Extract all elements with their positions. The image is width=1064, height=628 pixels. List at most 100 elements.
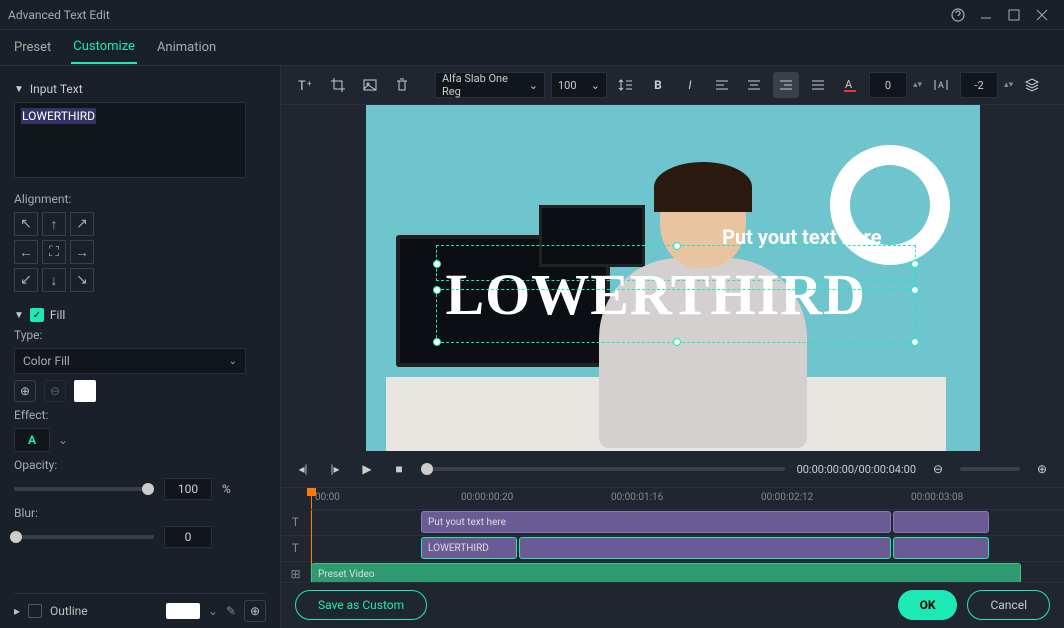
zoom-out-button[interactable]: ⊖ [928, 459, 948, 479]
text-track-icon[interactable]: T [281, 535, 311, 561]
font-size-select[interactable]: 100⌄ [551, 72, 607, 98]
step-back-button[interactable]: ◂| [293, 459, 313, 479]
align-right[interactable]: → [70, 240, 94, 264]
help-button[interactable] [944, 1, 972, 29]
align-center[interactable]: ⛶ [42, 240, 66, 264]
spinner-icon[interactable]: ▴▾ [1004, 80, 1013, 90]
delete-icon[interactable] [389, 72, 415, 98]
blur-value[interactable]: 0 [164, 526, 212, 548]
maximize-button[interactable] [1000, 1, 1028, 29]
clip-text-2a[interactable]: LOWERTHIRD [421, 537, 517, 559]
cancel-button[interactable]: Cancel [967, 590, 1050, 620]
align-top-left[interactable]: ↖ [14, 212, 38, 236]
align-center-icon[interactable] [741, 72, 767, 98]
add-text-icon[interactable]: T+ [293, 72, 319, 98]
eyedropper-icon[interactable]: ✎ [226, 604, 236, 618]
play-button[interactable]: ▶ [357, 459, 377, 479]
ok-button[interactable]: OK [898, 590, 958, 620]
italic-icon[interactable]: I [677, 72, 703, 98]
effect-preset-button[interactable]: A [14, 428, 50, 452]
spinner-icon[interactable]: ▴▾ [913, 80, 922, 90]
font-select[interactable]: Alfa Slab One Reg⌄ [435, 72, 545, 98]
titlebar: Advanced Text Edit [0, 0, 1064, 30]
timeline-ruler[interactable]: 00:00 00:00:00:20 00:00:01:16 00:00:02:1… [311, 488, 1064, 510]
fill-checkbox[interactable]: ✓ [30, 308, 44, 322]
line-spacing-icon[interactable] [613, 72, 639, 98]
align-top[interactable]: ↑ [42, 212, 66, 236]
clip-text-1[interactable]: Put yout text here [421, 511, 891, 533]
chevron-down-icon[interactable]: ⌄ [208, 604, 218, 618]
fill-type-value: Color Fill [23, 354, 70, 368]
stop-button[interactable]: ■ [389, 459, 409, 479]
alignment-grid: ↖ ↑ ↗ ← ⛶ → ↙ ↓ ↘ [14, 212, 266, 292]
align-justify-icon[interactable] [805, 72, 831, 98]
svg-text:A: A [845, 78, 853, 91]
align-top-right[interactable]: ↗ [70, 212, 94, 236]
add-color-button[interactable]: ⊕ [14, 380, 36, 402]
section-outline[interactable]: ▸ Outline ⌄ ✎ ⊕ [14, 593, 266, 628]
section-fill[interactable]: ▼ ✓ Fill [14, 308, 266, 322]
svg-text:+: + [307, 79, 312, 88]
char-spacing-input[interactable]: 0 [869, 72, 907, 98]
minimize-button[interactable] [972, 1, 1000, 29]
video-frame: Put yout text here LOWERTHIRD [366, 105, 980, 451]
align-bottom-left[interactable]: ↙ [14, 268, 38, 292]
clip-text-1b[interactable] [893, 511, 989, 533]
remove-color-button[interactable]: ⊖ [44, 380, 66, 402]
slider-thumb[interactable] [142, 483, 154, 495]
align-left[interactable]: ← [14, 240, 38, 264]
align-left-icon[interactable] [709, 72, 735, 98]
outline-checkbox[interactable] [28, 604, 42, 618]
add-outline-button[interactable]: ⊕ [244, 600, 266, 622]
chevron-down-icon[interactable]: ⌄ [58, 433, 68, 447]
save-custom-button[interactable]: Save as Custom [295, 590, 427, 620]
tab-animation[interactable]: Animation [155, 32, 218, 63]
blur-slider[interactable] [14, 535, 154, 539]
outline-label: Outline [50, 604, 88, 618]
caret-down-icon: ▼ [14, 310, 24, 321]
crop-icon[interactable] [325, 72, 351, 98]
section-input-text[interactable]: ▼ Input Text [14, 82, 266, 96]
opacity-unit: % [222, 482, 231, 496]
text-track-icon[interactable]: T [281, 509, 311, 535]
bold-icon[interactable]: B [645, 72, 671, 98]
video-track-icon[interactable]: ⊞ [281, 561, 311, 581]
type-label: Type: [14, 328, 266, 342]
selection-box-main[interactable] [436, 289, 916, 343]
align-right-icon[interactable] [773, 72, 799, 98]
tab-customize[interactable]: Customize [71, 31, 137, 64]
image-icon[interactable] [357, 72, 383, 98]
slider-thumb[interactable] [10, 531, 22, 543]
scrubber[interactable] [421, 467, 785, 471]
opacity-slider[interactable] [14, 487, 154, 491]
chevron-down-icon: ⌄ [529, 79, 538, 92]
text-input[interactable]: LOWERTHIRD [14, 102, 246, 178]
video-track: ⊞ Preset Video [281, 562, 1064, 582]
opacity-label: Opacity: [14, 458, 266, 472]
line-spacing-input[interactable]: -2 [960, 72, 998, 98]
clip-text-2c[interactable] [893, 537, 989, 559]
close-button[interactable] [1028, 1, 1056, 29]
align-bottom-right[interactable]: ↘ [70, 268, 94, 292]
opacity-value[interactable]: 100 [164, 478, 212, 500]
scrubber-thumb[interactable] [421, 463, 433, 475]
step-forward-button[interactable]: |▸ [325, 459, 345, 479]
preview-canvas[interactable]: Put yout text here LOWERTHIRD [281, 105, 1064, 451]
caret-right-icon: ▸ [14, 604, 20, 618]
chevron-down-icon: ⌄ [229, 356, 237, 367]
clip-video[interactable]: Preset Video [311, 563, 1021, 581]
clip-text-2b[interactable] [519, 537, 891, 559]
align-bottom[interactable]: ↓ [42, 268, 66, 292]
effect-label: Effect: [14, 408, 266, 422]
tab-preset[interactable]: Preset [12, 32, 53, 63]
zoom-in-button[interactable]: ⊕ [1032, 459, 1052, 479]
letter-spacing-icon[interactable]: A [928, 72, 954, 98]
alignment-label: Alignment: [14, 192, 266, 206]
text-color-icon[interactable]: A [837, 72, 863, 98]
layers-icon[interactable] [1019, 72, 1045, 98]
timecode: 00:00:00:00/00:00:04:00 [797, 463, 916, 476]
outline-color-swatch[interactable] [166, 603, 200, 619]
zoom-slider[interactable] [960, 467, 1020, 471]
fill-type-select[interactable]: Color Fill ⌄ [14, 348, 246, 374]
fill-color-swatch[interactable] [74, 380, 96, 402]
